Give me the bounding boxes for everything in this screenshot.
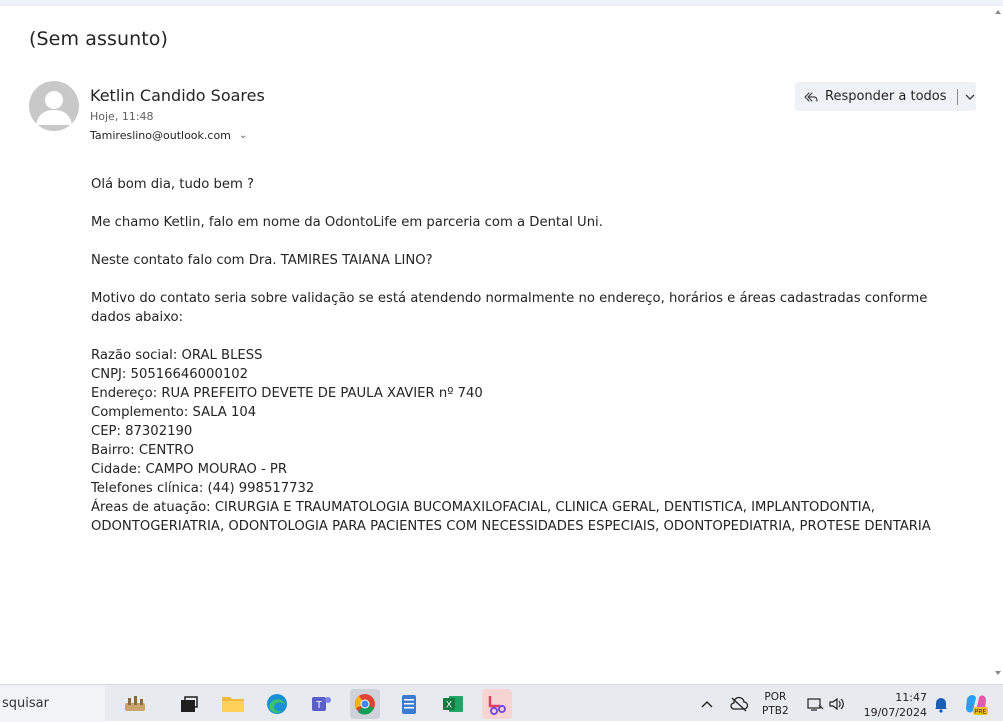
scroll-up-arrow[interactable] — [995, 10, 1001, 14]
network-icon[interactable] — [806, 685, 824, 722]
copilot-icon[interactable]: PRE — [963, 685, 989, 722]
person-icon — [36, 91, 72, 125]
language-code: POR — [764, 691, 787, 703]
edge-icon[interactable] — [262, 689, 292, 719]
detail-line: Cidade: CAMPO MOURAO - PR — [91, 462, 288, 477]
window-top-strip — [0, 0, 1003, 6]
body-question: Neste contato falo com Dra. TAMIRES TAIA… — [91, 253, 433, 268]
body-greeting: Olá bom dia, tudo bem ? — [91, 177, 254, 192]
volume-icon[interactable] — [828, 685, 846, 722]
email-subject: (Sem assunto) — [29, 28, 169, 50]
body-intro: Me chamo Ketlin, falo em nome da OdontoL… — [91, 215, 603, 230]
detail-line: Complemento: SALA 104 — [91, 405, 257, 420]
detail-line: CEP: 87302190 — [91, 424, 193, 439]
file-explorer-icon[interactable] — [218, 689, 248, 719]
detail-line: CNPJ: 50516646000102 — [91, 367, 249, 382]
widgets-icon[interactable] — [120, 689, 150, 719]
clock-time: 11:47 — [895, 691, 927, 704]
detail-line: Telefones clínica: (44) 998517732 — [91, 481, 315, 496]
reply-all-icon — [804, 91, 818, 102]
taskbar-clock[interactable]: 11:47 19/07/2024 — [860, 690, 927, 720]
copilot-badge: PRE — [974, 709, 986, 715]
detail-line: Bairro: CENTRO — [91, 443, 194, 458]
search-placeholder: squisar — [2, 696, 49, 711]
chevron-down-icon[interactable]: ⌄ — [239, 130, 247, 141]
svg-text:X: X — [446, 700, 452, 710]
email-timestamp: Hoje, 11:48 — [90, 110, 154, 123]
keyboard-layout: PTB2 — [762, 705, 789, 717]
scroll-down-arrow[interactable] — [995, 671, 1001, 675]
sender-name[interactable]: Ketlin Candido Soares — [90, 86, 265, 105]
avatar[interactable] — [29, 81, 79, 131]
notification-bell-icon[interactable] — [933, 685, 949, 722]
teams-icon[interactable]: T — [306, 689, 336, 719]
svg-text:T: T — [316, 700, 322, 711]
body-motive: Motivo do contato seria sobre validação … — [91, 291, 928, 325]
onedrive-offline-icon[interactable] — [729, 685, 749, 722]
detail-line: Endereço: RUA PREFEITO DEVETE DE PAULA X… — [91, 386, 483, 401]
chevron-down-icon[interactable] — [964, 91, 976, 103]
recipient-row[interactable]: Tamireslino@outlook.com ⌄ — [90, 129, 247, 142]
details-list: Razão social: ORAL BLESS CNPJ: 505166460… — [91, 346, 971, 536]
notepad-icon[interactable] — [394, 689, 424, 719]
detail-line: Áreas de atuação: CIRURGIA E TRAUMATOLOG… — [91, 500, 931, 534]
recipient-address[interactable]: Tamireslino@outlook.com — [90, 129, 231, 142]
taskbar-search-box[interactable]: squisar — [0, 685, 105, 722]
snipping-tool-icon[interactable] — [482, 689, 512, 719]
clock-date: 19/07/2024 — [863, 706, 927, 719]
taskbar: squisar T X POR PTB2 11:47 19/07/2024 PR… — [0, 684, 1003, 722]
button-divider — [956, 88, 958, 105]
task-view-icon[interactable] — [174, 689, 204, 719]
excel-icon[interactable]: X — [438, 689, 468, 719]
reply-all-button[interactable]: Responder a todos — [795, 82, 976, 111]
email-body: Olá bom dia, tudo bem ? Me chamo Ketlin,… — [91, 175, 971, 536]
show-hidden-icons-chevron[interactable] — [700, 685, 714, 722]
reply-all-label: Responder a todos — [825, 89, 947, 104]
language-indicator[interactable]: POR PTB2 — [762, 690, 789, 718]
chrome-icon[interactable] — [350, 689, 380, 719]
detail-line: Razão social: ORAL BLESS — [91, 348, 263, 363]
